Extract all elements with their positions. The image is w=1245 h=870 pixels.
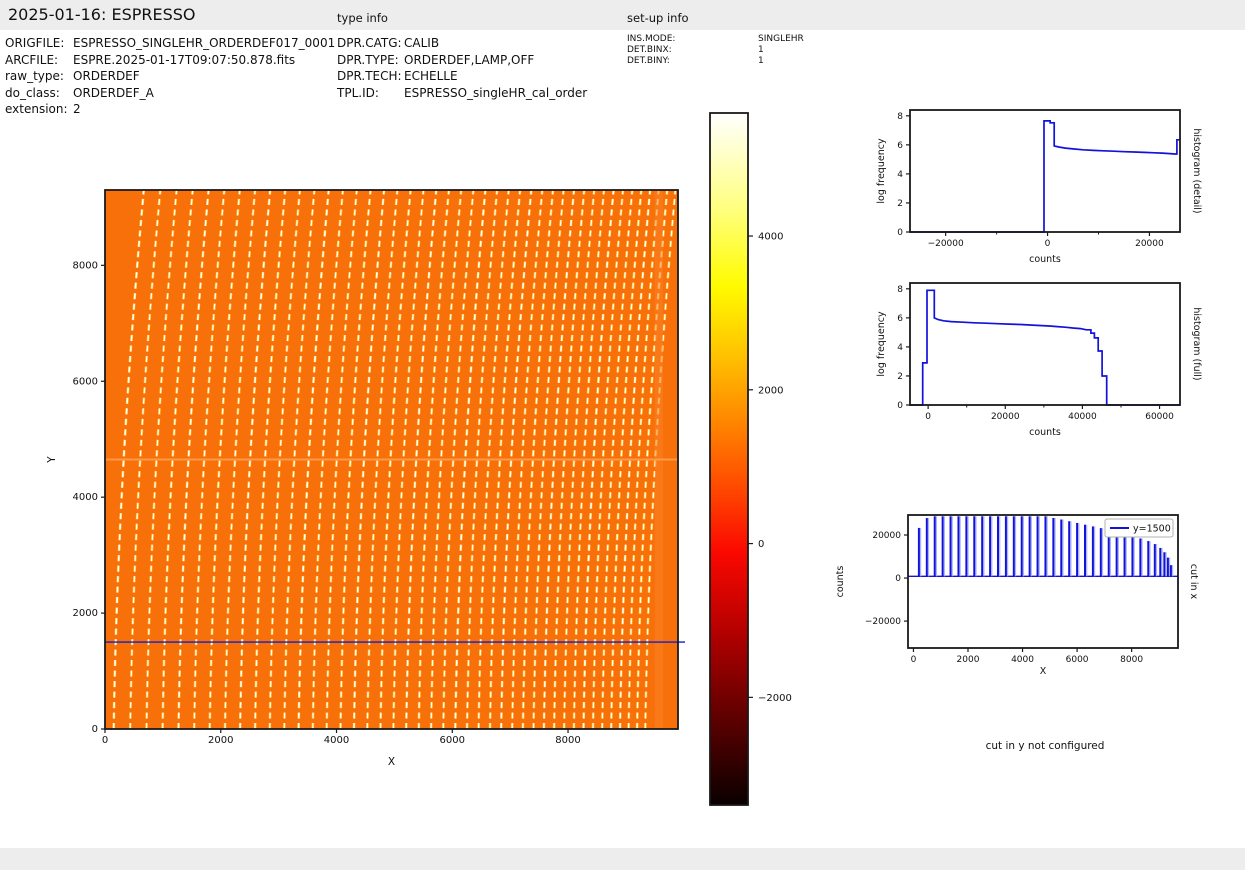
- hist_detail-ytick-label: 0: [897, 228, 903, 238]
- raw-image-ytick-label: 0: [92, 724, 98, 735]
- raw-image-ytick-label: 6000: [73, 376, 98, 387]
- hist_full-curve: [910, 289, 1180, 406]
- hist_full-xtick-label: 0: [925, 412, 931, 422]
- hist_detail-ytick-label: 2: [897, 199, 903, 209]
- hist_detail-ytick-label: 6: [897, 141, 903, 151]
- colorbar-tick-label: 2000: [758, 385, 783, 396]
- cutx-ytick-label: 0: [895, 574, 901, 584]
- hist_full-xtick-label: 60000: [1145, 412, 1174, 422]
- cutx-xtick-label: 4000: [1011, 655, 1034, 665]
- raw-image-ytick-label: 4000: [73, 492, 98, 503]
- hist_detail-ytick-label: 8: [897, 112, 903, 122]
- hist_full-ylabel: log frequency: [876, 311, 887, 377]
- raw-image-xtick-label: 8000: [555, 735, 580, 746]
- hist_full-ytick-label: 4: [897, 343, 903, 353]
- hist_full-frame: [909, 282, 1181, 406]
- cutx-side-label: cut in x: [1188, 564, 1199, 600]
- colorbar-gradient: [710, 113, 748, 805]
- hist_detail-ylabel: log frequency: [876, 138, 887, 204]
- hist_full-xlabel: counts: [1029, 427, 1061, 438]
- raw-image-xlabel: X: [388, 756, 395, 768]
- raw-image-xtick-label: 4000: [324, 735, 349, 746]
- raw-image-ytick-label: 8000: [73, 260, 98, 271]
- hist_full-ytick-label: 6: [897, 314, 903, 324]
- hist_full-ytick-label: 2: [897, 372, 903, 382]
- raw-image-ytick-label: 2000: [73, 608, 98, 619]
- hist_detail-xtick-label: −20000: [928, 239, 964, 249]
- cutx-xtick-label: 8000: [1120, 655, 1143, 665]
- cutx-xtick-label: 2000: [957, 655, 980, 665]
- raw-image-ylabel: Y: [46, 456, 58, 464]
- cutx-xlabel: X: [1040, 666, 1047, 677]
- hist_detail-ytick-label: 4: [897, 170, 903, 180]
- footer-bar: powered by QC: www.eso.org/HC created by…: [0, 848, 1245, 870]
- colorbar-tick-label: 0: [758, 539, 764, 550]
- hist_full-side-label: histogram (full): [1191, 307, 1202, 380]
- raw-image-xtick-label: 6000: [440, 735, 465, 746]
- colorbar-tick-label: −2000: [758, 693, 792, 704]
- cutx-xtick-label: 6000: [1066, 655, 1089, 665]
- cutx-xtick-label: 0: [911, 655, 917, 665]
- colorbar-tick-label: 4000: [758, 232, 783, 243]
- hist_detail-frame: [909, 109, 1181, 233]
- hist_full-xtick-label: 20000: [991, 412, 1020, 422]
- cutx-ytick-label: −20000: [865, 617, 901, 627]
- qc-report-page: 2025-01-16: ESPRESSO type info set-up in…: [0, 0, 1245, 870]
- hist_full-ytick-label: 0: [897, 401, 903, 411]
- raw-image-xtick-label: 2000: [208, 735, 233, 746]
- hist_full-xtick-label: 40000: [1068, 412, 1097, 422]
- cutx-ylabel: counts: [835, 566, 846, 598]
- hist_detail-xtick-label: 0: [1045, 239, 1051, 249]
- hist_full-ytick-label: 8: [897, 285, 903, 295]
- hist_detail-xtick-label: 20000: [1135, 239, 1164, 249]
- cut-in-y-note: cut in y not configured: [985, 740, 1105, 752]
- cutx-legend-label: y=1500: [1133, 524, 1171, 535]
- raw-image-xtick-label: 0: [102, 735, 108, 746]
- hist_detail-side-label: histogram (detail): [1191, 128, 1202, 213]
- cutx-ytick-label: 20000: [872, 531, 901, 541]
- hist_detail-xlabel: counts: [1029, 254, 1061, 265]
- hist_detail-curve: [910, 120, 1180, 233]
